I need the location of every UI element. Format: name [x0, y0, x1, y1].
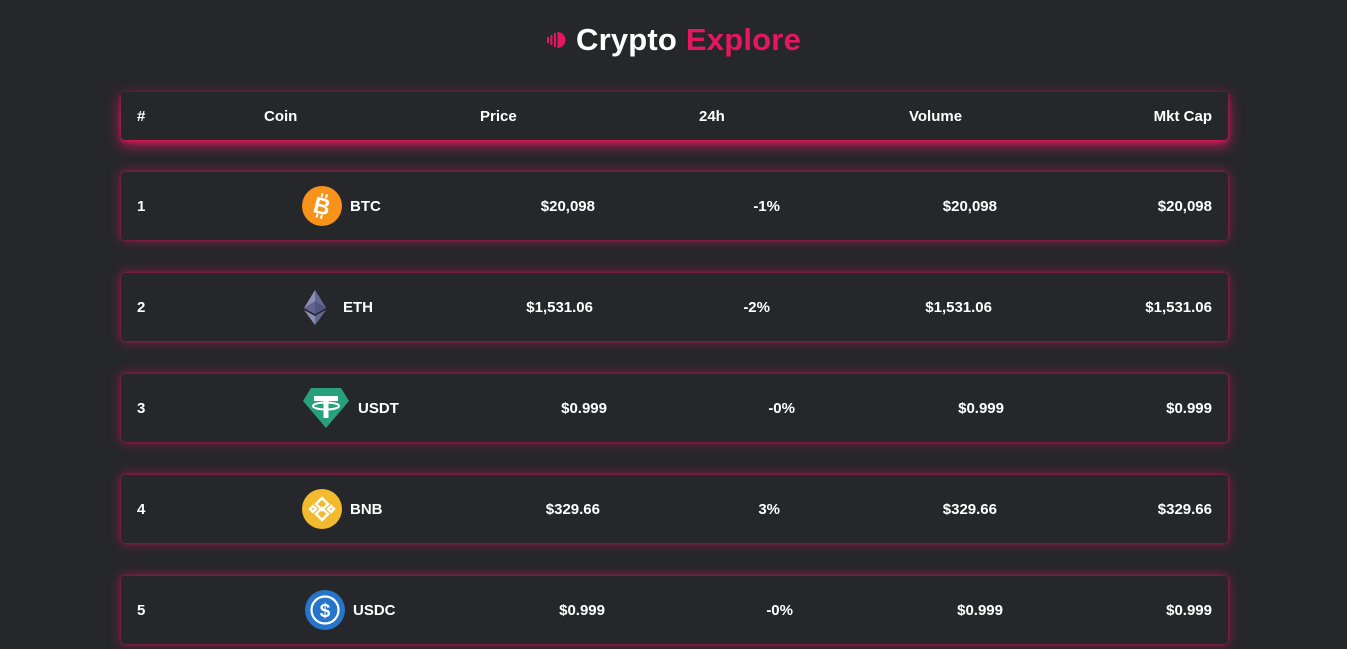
table-row[interactable]: 1 B BTC $20,098 -1% $20,098 $20,098	[121, 172, 1228, 240]
row-volume: $0.999	[957, 601, 1003, 619]
row-mkt-cap: $20,098	[1157, 197, 1212, 215]
coin-symbol: USDT	[358, 399, 399, 417]
row-mkt-cap: $0.999	[1166, 601, 1212, 619]
header-rank: #	[137, 107, 146, 125]
row-volume: $329.66	[942, 500, 997, 518]
table-row[interactable]: 3 USDT $0.999 -0% $0.999 $0.999	[121, 374, 1228, 442]
row-price: $1,531.06	[526, 298, 593, 316]
row-mkt-cap: $329.66	[1157, 500, 1212, 518]
tether-icon	[303, 388, 349, 428]
svg-text:$: $	[320, 601, 331, 622]
header-price: Price	[480, 107, 517, 125]
row-mkt-cap: $0.999	[1166, 399, 1212, 417]
bitcoin-icon: B	[302, 186, 342, 226]
row-24h-change: 3%	[758, 500, 780, 518]
table-row[interactable]: 4 BNB $329.66 3% $329.66 $329.66	[121, 475, 1228, 543]
coin-symbol: ETH	[343, 298, 373, 316]
row-price: $329.66	[545, 500, 600, 518]
row-rank: 5	[137, 601, 146, 619]
header-coin: Coin	[264, 107, 298, 125]
header-volume: Volume	[909, 107, 963, 125]
coin-symbol: BTC	[350, 197, 381, 215]
app-title-part2: Explore	[685, 22, 802, 57]
coin-cell: USDT	[302, 374, 399, 442]
header-24h: 24h	[699, 107, 725, 125]
table-header: # Coin Price 24h Volume Mkt Cap	[121, 92, 1228, 140]
row-volume: $1,531.06	[925, 298, 992, 316]
coin-cell: $ USDC	[305, 576, 396, 644]
app-title[interactable]: Crypto Explore	[576, 22, 801, 58]
row-rank: 2	[137, 298, 146, 316]
row-volume: $20,098	[942, 197, 997, 215]
row-price: $0.999	[561, 399, 607, 417]
row-24h-change: -2%	[743, 298, 770, 316]
row-price: $20,098	[540, 197, 595, 215]
row-volume: $0.999	[958, 399, 1004, 417]
app-title-part1: Crypto	[575, 22, 678, 57]
coin-cell: B BTC	[302, 172, 381, 240]
table-row[interactable]: 5 $ USDC $0.999 -0% $0.999 $0.999	[121, 576, 1228, 644]
brand-header: Crypto Explore	[0, 18, 1347, 62]
coin-symbol: BNB	[350, 500, 383, 518]
usd-coin-icon: $	[305, 590, 345, 630]
row-mkt-cap: $1,531.06	[1145, 298, 1212, 316]
row-rank: 3	[137, 399, 146, 417]
row-24h-change: -0%	[768, 399, 795, 417]
row-price: $0.999	[559, 601, 605, 619]
brand-logo-icon	[546, 32, 566, 48]
row-rank: 4	[137, 500, 146, 518]
row-rank: 1	[137, 197, 146, 215]
bnb-icon	[302, 489, 342, 529]
coin-cell: ETH	[295, 273, 373, 341]
row-24h-change: -1%	[753, 197, 780, 215]
row-24h-change: -0%	[766, 601, 793, 619]
table-row[interactable]: 2 ETH $1,531.06 -2% $1,531.06 $1,531.06	[121, 273, 1228, 341]
header-mkt-cap: Mkt Cap	[1153, 107, 1212, 125]
ethereum-icon	[304, 290, 326, 325]
coin-symbol: USDC	[353, 601, 396, 619]
coin-cell: BNB	[302, 475, 383, 543]
